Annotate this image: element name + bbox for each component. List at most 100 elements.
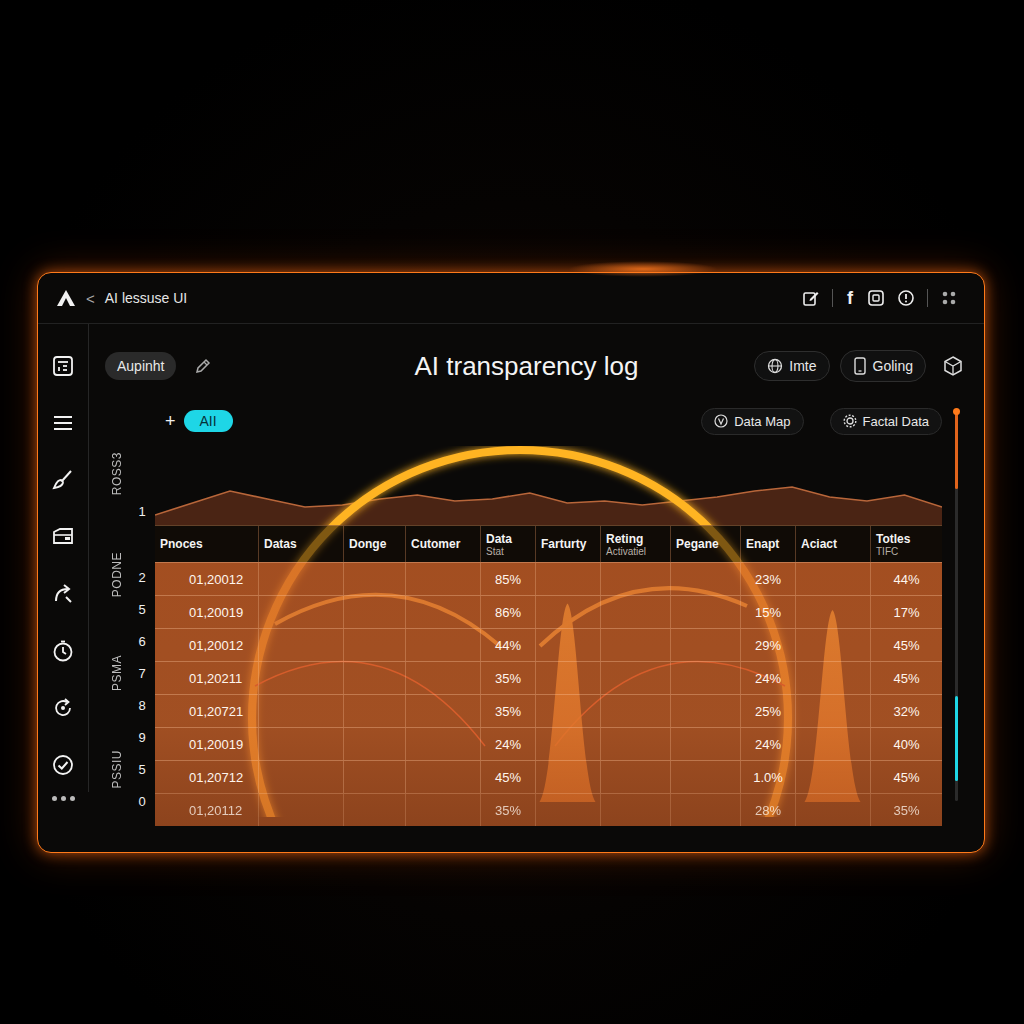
table-cell bbox=[258, 728, 343, 760]
table-row[interactable]: 01,2071245%1.0%45% bbox=[155, 760, 942, 793]
table-cell: 01,20211 bbox=[155, 662, 258, 694]
column-label: Data bbox=[486, 532, 531, 546]
row-index-column: PODNEPSMAPSSIU25678950 bbox=[105, 525, 155, 817]
clock-icon[interactable] bbox=[51, 639, 75, 663]
folder-icon[interactable] bbox=[51, 525, 75, 549]
area-line bbox=[155, 487, 942, 515]
table-cell bbox=[258, 596, 343, 628]
table-cell bbox=[600, 794, 670, 826]
table-cell: 01,20019 bbox=[155, 596, 258, 628]
dot bbox=[61, 796, 66, 801]
table-row[interactable]: 01,2072135%25%32% bbox=[155, 694, 942, 727]
table-cell: 24% bbox=[740, 728, 795, 760]
button-label: Goling bbox=[873, 358, 913, 374]
grid-icon[interactable] bbox=[940, 289, 958, 307]
window-title: AI lessuse UI bbox=[105, 290, 187, 306]
column-header[interactable]: Donge bbox=[343, 526, 405, 562]
table-row[interactable]: 01,2001986%15%17% bbox=[155, 595, 942, 628]
card-icon[interactable] bbox=[867, 289, 885, 307]
add-filter-button[interactable]: + bbox=[165, 411, 176, 432]
toolbar-actions: Imte Goling bbox=[655, 350, 965, 382]
column-sublabel: TIFC bbox=[876, 546, 938, 557]
globe-button[interactable]: Imte bbox=[754, 351, 829, 381]
column-header[interactable]: Datas bbox=[258, 526, 343, 562]
back-button[interactable]: < bbox=[86, 290, 95, 307]
table-cell: 25% bbox=[740, 695, 795, 727]
table-row[interactable]: 01,2011235%28%35% bbox=[155, 793, 942, 826]
column-header[interactable]: Pnoces bbox=[155, 526, 258, 562]
separator bbox=[927, 289, 928, 307]
info-icon[interactable] bbox=[897, 289, 915, 307]
column-header[interactable]: TotlesTIFC bbox=[870, 526, 942, 562]
row-index: 0 bbox=[129, 785, 155, 817]
table-cell bbox=[258, 629, 343, 661]
table-cell bbox=[343, 596, 405, 628]
column-header[interactable]: RetingActivatiel bbox=[600, 526, 670, 562]
table-cell bbox=[343, 629, 405, 661]
table-cell: 17% bbox=[870, 596, 942, 628]
table-cell bbox=[343, 563, 405, 595]
row-index: 7 bbox=[129, 657, 155, 689]
column-header[interactable]: Pegane bbox=[670, 526, 740, 562]
more-icon[interactable] bbox=[52, 796, 75, 801]
cube-icon[interactable] bbox=[942, 355, 964, 377]
row-group: PSMA bbox=[105, 625, 129, 721]
separator bbox=[832, 289, 833, 307]
row-index: 6 bbox=[129, 625, 155, 657]
table-cell bbox=[795, 761, 870, 793]
log-area: +AIIData MapFactal DataROSS31PODNEPSMAPS… bbox=[105, 406, 964, 826]
table-cell: 24% bbox=[740, 662, 795, 694]
account-chip[interactable]: Aupinht bbox=[105, 352, 176, 380]
logo-icon[interactable] bbox=[56, 289, 76, 307]
table-cell bbox=[405, 794, 480, 826]
link-label: Data Map bbox=[734, 414, 790, 429]
scroll-track[interactable] bbox=[955, 411, 958, 801]
column-header[interactable]: DataStat bbox=[480, 526, 535, 562]
table-cell: 28% bbox=[740, 794, 795, 826]
table-header: PnocesDatasDonge Cutomer DataStatFarturtyR… bbox=[155, 525, 942, 562]
table-cell bbox=[670, 728, 740, 760]
column-header[interactable]: Cutomer bbox=[405, 526, 480, 562]
table-cell bbox=[670, 761, 740, 793]
table-row[interactable]: 01,2001244%29%45% bbox=[155, 628, 942, 661]
column-header[interactable]: Enapt bbox=[740, 526, 795, 562]
row-index: 8 bbox=[129, 689, 155, 721]
table-cell: 01,20019 bbox=[155, 728, 258, 760]
table-cell: 35% bbox=[480, 695, 535, 727]
table-cell: 35% bbox=[480, 662, 535, 694]
table-cell bbox=[343, 761, 405, 793]
dot bbox=[52, 796, 57, 801]
title-bar: < AI lessuse UI f bbox=[38, 273, 984, 324]
table-row[interactable]: 01,2001285%23%44% bbox=[155, 562, 942, 595]
filter-chip[interactable]: AII bbox=[184, 410, 233, 432]
axis-tick: 1 bbox=[138, 504, 145, 519]
table-row[interactable]: 01,2021135%24%45% bbox=[155, 661, 942, 694]
column-header[interactable]: Aciact bbox=[795, 526, 870, 562]
filter-bar: + AII Data Map Factal Data bbox=[105, 406, 942, 436]
phone-button[interactable]: Goling bbox=[840, 350, 926, 382]
table-cell bbox=[405, 761, 480, 793]
check-icon[interactable] bbox=[51, 753, 75, 777]
calculator-icon[interactable] bbox=[51, 354, 75, 378]
data-map-button[interactable]: Data Map bbox=[701, 408, 803, 435]
table-cell: 35% bbox=[480, 794, 535, 826]
table-cell bbox=[600, 662, 670, 694]
facebook-link[interactable]: f bbox=[845, 288, 855, 309]
pencil-icon[interactable] bbox=[194, 357, 212, 375]
brush-icon[interactable] bbox=[51, 468, 75, 492]
scroll-thumb[interactable] bbox=[955, 696, 958, 782]
table-cell bbox=[258, 662, 343, 694]
table-cell: 1.0% bbox=[740, 761, 795, 793]
redirect-icon[interactable] bbox=[51, 582, 75, 606]
table-cell bbox=[670, 629, 740, 661]
table-cell bbox=[600, 596, 670, 628]
factal-data-button[interactable]: Factal Data bbox=[830, 408, 942, 435]
column-header[interactable]: Farturty bbox=[535, 526, 600, 562]
menu-icon[interactable] bbox=[51, 411, 75, 435]
table-row[interactable]: 01,2001924%24%40% bbox=[155, 727, 942, 760]
row-group: PODNE bbox=[105, 525, 129, 625]
refresh-icon[interactable] bbox=[51, 696, 75, 720]
log-table: PnocesDatasDonge Cutomer DataStatFarturtyR… bbox=[155, 446, 942, 826]
edit-icon[interactable] bbox=[802, 289, 820, 307]
column-label: Cutomer bbox=[411, 537, 476, 551]
